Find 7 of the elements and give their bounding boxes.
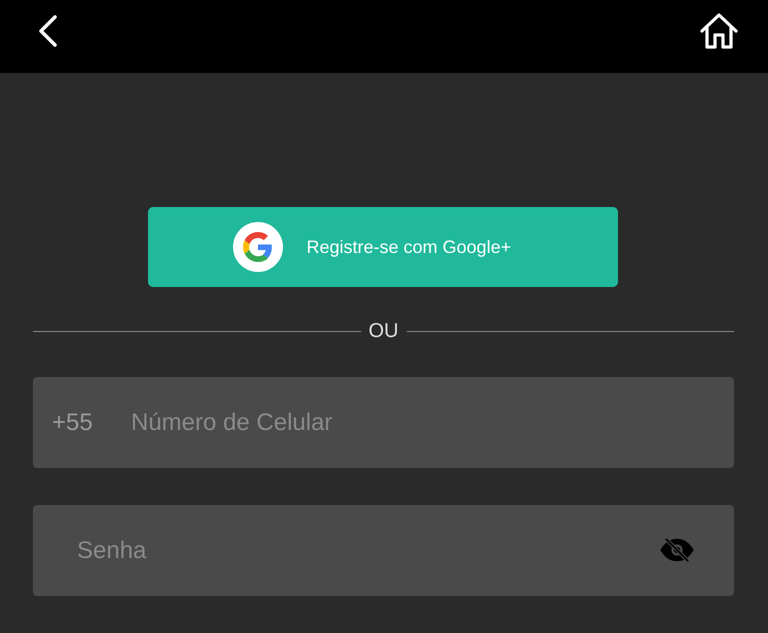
password-field[interactable]: Senha xyxy=(33,505,734,596)
google-icon xyxy=(232,222,282,272)
google-signup-button[interactable]: Registre-se com Google+ xyxy=(148,207,618,287)
country-code: +55 xyxy=(52,409,93,437)
divider-label: OU xyxy=(368,320,398,342)
back-icon[interactable] xyxy=(38,14,58,46)
home-icon[interactable] xyxy=(699,12,739,50)
